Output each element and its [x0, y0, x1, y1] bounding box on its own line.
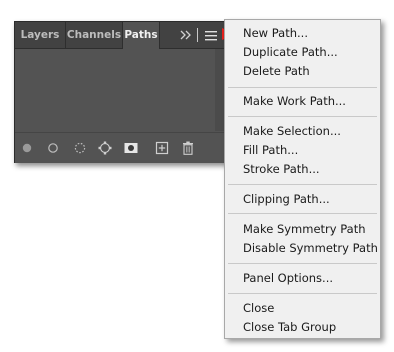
paths-list-area — [15, 49, 227, 131]
menu-item-make-symmetry-path[interactable]: Make Symmetry Path — [243, 222, 366, 236]
panel-footer — [15, 132, 227, 163]
menu-item-close-tab-group[interactable]: Close Tab Group — [243, 320, 336, 334]
double-chevron-right-icon[interactable] — [180, 29, 192, 41]
menu-item-make-work-path[interactable]: Make Work Path... — [243, 94, 346, 108]
menu-item-close[interactable]: Close — [243, 301, 274, 315]
fill-path-icon[interactable] — [19, 140, 35, 156]
make-work-path-icon[interactable] — [97, 140, 113, 156]
menu-item-delete-path[interactable]: Delete Path — [243, 64, 310, 78]
tab-layers[interactable]: Layers — [15, 22, 66, 48]
delete-path-icon[interactable] — [180, 140, 196, 156]
menu-item-new-path[interactable]: New Path... — [243, 26, 308, 40]
add-mask-icon[interactable] — [123, 140, 139, 156]
menu-separator — [228, 263, 377, 264]
menu-item-duplicate-path[interactable]: Duplicate Path... — [243, 45, 338, 59]
menu-item-clipping-path[interactable]: Clipping Path... — [243, 192, 330, 206]
tab-channels[interactable]: Channels — [66, 22, 123, 48]
menu-separator — [228, 184, 377, 185]
menu-item-panel-options[interactable]: Panel Options... — [243, 271, 333, 285]
menu-item-disable-symmetry-path[interactable]: Disable Symmetry Path — [243, 241, 378, 255]
menu-item-fill-path[interactable]: Fill Path... — [243, 143, 298, 157]
panel-tab-bar: Layers Channels Paths — [15, 22, 227, 49]
menu-separator — [228, 213, 377, 214]
panel-flyout-menu: New Path... Duplicate Path... Delete Pat… — [224, 19, 381, 339]
load-path-as-selection-icon[interactable] — [72, 140, 88, 156]
paths-panel: Layers Channels Paths — [14, 21, 228, 163]
menu-separator — [228, 116, 377, 117]
menu-separator — [228, 87, 377, 88]
hamburger-menu-icon[interactable] — [205, 30, 217, 41]
tab-separator — [197, 28, 198, 42]
tab-paths[interactable]: Paths — [123, 22, 160, 49]
menu-separator — [228, 293, 377, 294]
menu-item-stroke-path[interactable]: Stroke Path... — [243, 162, 320, 176]
menu-item-make-selection[interactable]: Make Selection... — [243, 124, 341, 138]
stroke-path-icon[interactable] — [45, 140, 61, 156]
create-new-path-icon[interactable] — [154, 140, 170, 156]
